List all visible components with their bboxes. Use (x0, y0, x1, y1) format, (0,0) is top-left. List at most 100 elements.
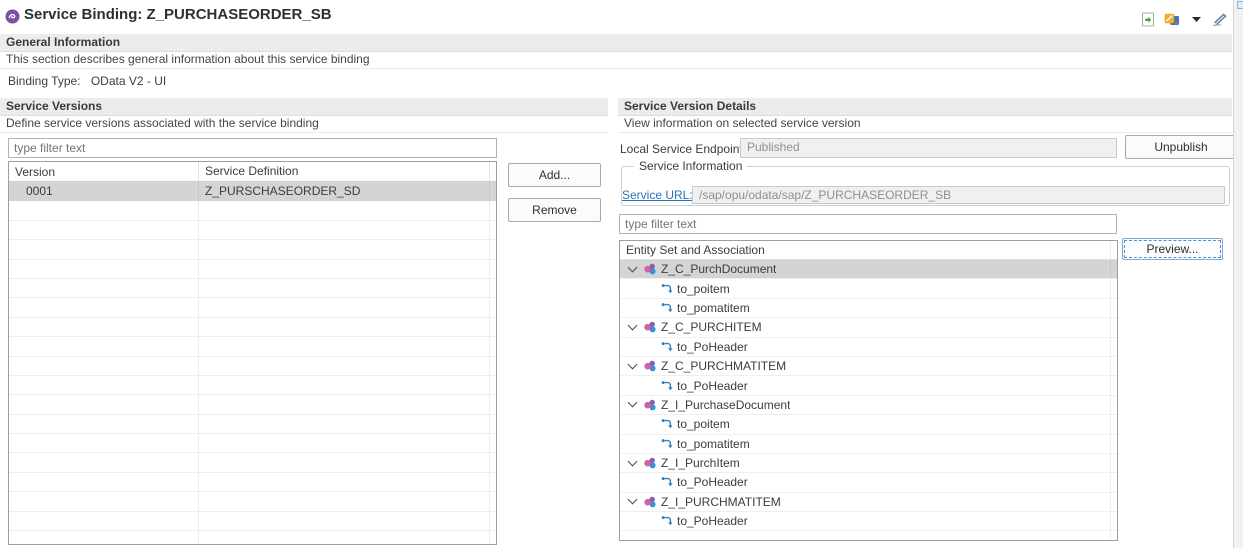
association-label: to_PoHeader (677, 339, 748, 354)
table-row[interactable]: 0001 Z_PURSCHASEORDER_SD (9, 182, 496, 202)
association-label: to_PoHeader (677, 514, 748, 529)
binding-type-label: Binding Type: (8, 74, 81, 88)
chevron-down-icon[interactable] (627, 456, 638, 467)
page-title: Service Binding: Z_PURCHASEORDER_SB (24, 6, 332, 23)
association-icon (661, 283, 673, 293)
entity-set-label: Z_I_PurchItem (661, 456, 740, 471)
table-empty-row (9, 259, 496, 279)
entity-set-tree: Entity Set and Association Z_C_PurchDocu… (619, 240, 1118, 541)
column-header-service-definition[interactable]: Service Definition (199, 162, 489, 181)
tree-child-item[interactable]: to_pomatitem (620, 298, 1117, 319)
service-binding-editor: Service Binding: Z_PURCHASEORDER_SB Gene… (0, 0, 1243, 548)
association-label: to_pomatitem (677, 436, 750, 451)
tree-child-item[interactable]: to_poitem (620, 279, 1117, 299)
service-versions-header: Service Versions (0, 98, 608, 116)
entity-set-label: Z_C_PurchDocument (661, 262, 777, 277)
general-information-header: General Information (0, 34, 1232, 52)
association-icon (661, 438, 673, 449)
service-versions-section: Service Versions Define service versions… (0, 98, 608, 548)
local-service-endpoint-label: Local Service Endpoint: (620, 142, 747, 156)
entity-tree-header: Entity Set and Association (620, 241, 1117, 260)
service-version-details-header: Service Version Details (618, 98, 1232, 116)
unpublish-button[interactable]: Unpublish (1125, 135, 1237, 159)
entity-set-label: Z_C_PURCHITEM (661, 320, 762, 335)
versions-table-header-row: Version Service Definition (9, 162, 496, 182)
table-empty-row (9, 511, 496, 532)
association-icon (661, 341, 673, 352)
column-header-version[interactable]: Version (9, 162, 199, 181)
entity-set-icon (644, 457, 656, 469)
table-empty-row (9, 472, 496, 493)
service-version-details-description: View information on selected service ver… (618, 116, 1232, 133)
chevron-down-icon[interactable] (627, 494, 638, 505)
service-url-value: /sap/opu/odata/sap/Z_PURCHASEORDER_SB (692, 186, 1225, 204)
tree-child-item[interactable]: to_poitem (620, 415, 1117, 435)
tree-item[interactable]: Z_I_PURCHMATITEM (620, 492, 1117, 513)
tree-item[interactable]: Z_C_PURCHMATITEM (620, 356, 1117, 377)
table-empty-row (9, 414, 496, 435)
table-empty-row (9, 375, 496, 396)
tree-child-item[interactable]: to_PoHeader (620, 512, 1117, 532)
table-empty-row (9, 434, 496, 454)
association-icon (661, 380, 673, 390)
tree-item[interactable]: Z_C_PURCHITEM (620, 318, 1117, 338)
binding-type-value: OData V2 - UI (90, 74, 167, 88)
sap-gui-icon[interactable] (1164, 11, 1180, 27)
tree-child-item[interactable]: to_PoHeader (620, 473, 1117, 493)
binding-type-row: Binding Type: OData V2 - UI (8, 74, 166, 88)
tree-item[interactable]: Z_C_PurchDocument (620, 260, 1117, 280)
add-button[interactable]: Add... (508, 163, 601, 187)
table-empty-row (9, 395, 496, 415)
editor-right-edge (1233, 0, 1243, 548)
table-empty-row (9, 317, 496, 338)
association-label: to_poitem (677, 417, 730, 432)
entity-set-label: Z_I_PURCHMATITEM (661, 494, 781, 509)
versions-table-body: 0001 Z_PURSCHASEORDER_SD (9, 182, 496, 544)
entity-tree-body: Z_C_PurchDocument to_poitem to_pomatitem Z_… (620, 260, 1117, 540)
versions-filter-input[interactable] (8, 138, 497, 158)
service-binding-icon (5, 9, 20, 24)
table-empty-row (9, 337, 496, 357)
chevron-down-icon[interactable] (627, 262, 638, 273)
entity-set-icon (644, 360, 656, 372)
table-empty-row (9, 531, 496, 544)
version-cell: 0001 (9, 182, 199, 202)
clipped-view-icon (1237, 1, 1243, 9)
association-label: to_poitem (677, 281, 730, 296)
table-empty-row (9, 220, 496, 241)
tree-item[interactable]: Z_I_PurchItem (620, 453, 1117, 474)
table-empty-row (9, 492, 496, 512)
entity-set-icon (644, 496, 656, 508)
service-versions-description: Define service versions associated with … (0, 116, 608, 133)
entity-set-filter-input[interactable] (619, 214, 1117, 234)
entity-set-icon (644, 399, 656, 411)
chevron-down-icon[interactable] (627, 359, 638, 370)
tree-child-item[interactable]: to_pomatitem (620, 434, 1117, 454)
entity-set-label: Z_C_PURCHMATITEM (661, 359, 787, 374)
edit-pen-icon[interactable] (1212, 11, 1228, 27)
table-empty-row (9, 201, 496, 221)
tree-empty-row (620, 531, 1117, 540)
tree-item[interactable]: Z_I_PurchaseDocument (620, 395, 1117, 416)
service-version-details-section: Service Version Details View information… (618, 98, 1237, 548)
table-empty-row (9, 240, 496, 260)
table-empty-row (9, 298, 496, 318)
remove-button[interactable]: Remove (508, 198, 601, 222)
tree-child-item[interactable]: to_PoHeader (620, 337, 1117, 357)
preview-button[interactable]: Preview... (1122, 238, 1223, 260)
service-url-link[interactable]: Service URL: (622, 188, 693, 202)
chevron-down-icon[interactable] (627, 320, 638, 331)
entity-tree-header-label[interactable]: Entity Set and Association (626, 243, 765, 257)
local-service-endpoint-value: Published (740, 138, 1117, 158)
chevron-down-icon[interactable] (627, 397, 638, 408)
entity-set-icon (644, 263, 656, 275)
association-icon (661, 303, 673, 313)
editor-toolbar: ? (1140, 10, 1243, 28)
dropdown-arrow-icon[interactable] (1188, 11, 1204, 27)
association-icon (661, 477, 673, 487)
versions-table: Version Service Definition 0001 Z_PURSCHA… (8, 161, 497, 545)
export-file-icon[interactable] (1140, 11, 1156, 27)
association-label: to_PoHeader (677, 378, 748, 393)
association-label: to_PoHeader (677, 475, 748, 490)
tree-child-item[interactable]: to_PoHeader (620, 376, 1117, 396)
